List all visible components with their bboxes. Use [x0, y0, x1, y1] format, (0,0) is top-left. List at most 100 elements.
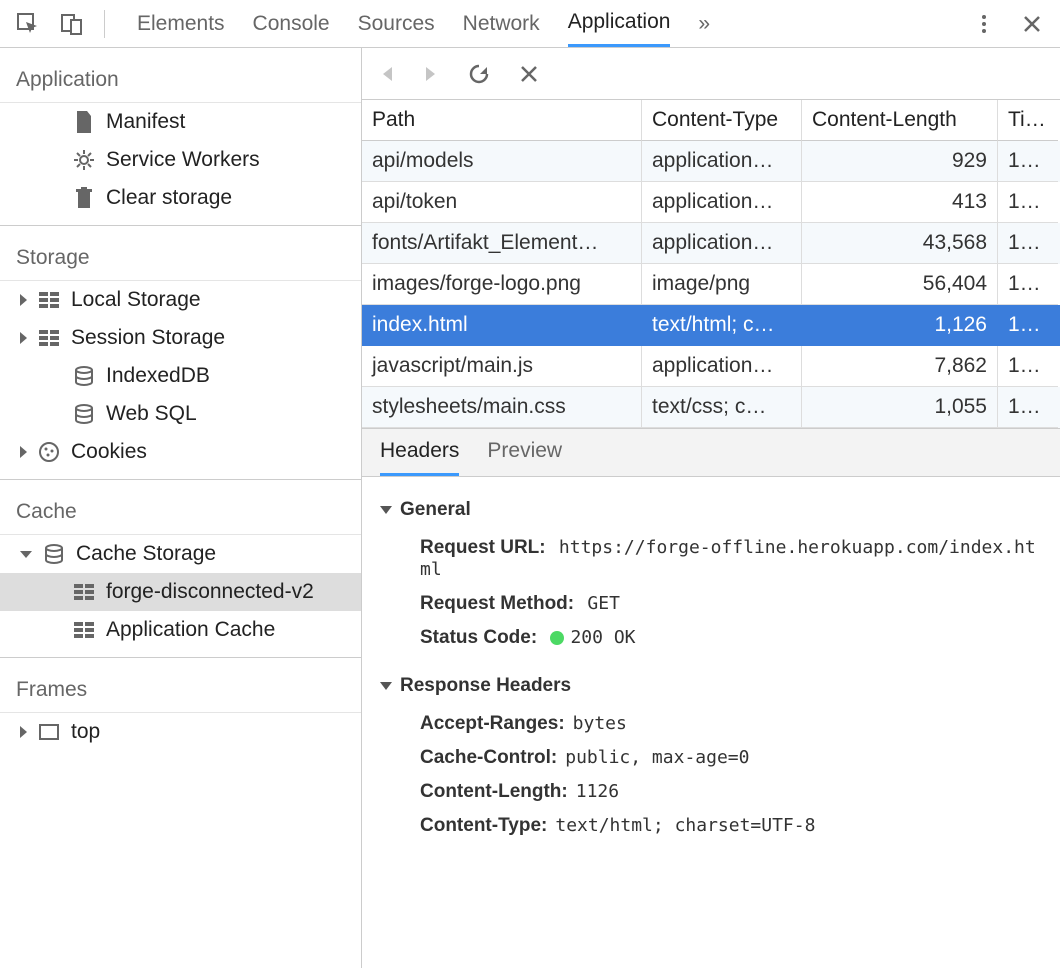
sidebar-item-cookies[interactable]: Cookies: [0, 433, 361, 471]
detail-tab-headers[interactable]: Headers: [380, 439, 459, 476]
expand-arrow-icon[interactable]: [20, 551, 32, 558]
sidebar-item-label: Application Cache: [106, 618, 275, 642]
sidebar-item-label: forge-disconnected-v2: [106, 580, 314, 604]
tab-application[interactable]: Application: [568, 0, 671, 47]
refresh-icon[interactable]: [468, 63, 490, 85]
cell-path: index.html: [362, 305, 642, 346]
request-url: Request URL: https://forge-offline.herok…: [380, 531, 1042, 587]
sidebar-item-label: IndexedDB: [106, 364, 210, 388]
inspect-icon[interactable]: [8, 4, 48, 44]
cell-length: 43,568: [802, 223, 998, 264]
table-row[interactable]: api/tokenapplication…4131…: [362, 182, 1060, 223]
cell-type: text/css; c…: [642, 387, 802, 428]
grid-icon: [72, 584, 96, 600]
cell-path: api/models: [362, 141, 642, 182]
cell-type: application…: [642, 182, 802, 223]
sidebar-item-label: Manifest: [106, 110, 185, 134]
sidebar-item-manifest[interactable]: Manifest: [0, 103, 361, 141]
sidebar-section-cache: Cache: [0, 480, 361, 535]
cell-time: 1…: [998, 264, 1058, 305]
cell-type: application…: [642, 346, 802, 387]
expand-arrow-icon[interactable]: [20, 332, 27, 344]
tab-sources[interactable]: Sources: [358, 0, 435, 47]
table-row[interactable]: javascript/main.jsapplication…7,8621…: [362, 346, 1060, 387]
sidebar-item-label: Web SQL: [106, 402, 197, 426]
kebab-icon[interactable]: [964, 4, 1004, 44]
cell-time: 1…: [998, 223, 1058, 264]
devtools-tabbar: Elements Console Sources Network Applica…: [0, 0, 1060, 48]
detail-tab-preview[interactable]: Preview: [487, 439, 562, 476]
next-icon[interactable]: [424, 65, 438, 83]
tab-elements[interactable]: Elements: [137, 0, 225, 47]
tab-more[interactable]: »: [698, 0, 710, 47]
cell-time: 1…: [998, 305, 1058, 346]
sidebar-item-label: Cookies: [71, 440, 147, 464]
sidebar-item-label: Cache Storage: [76, 542, 216, 566]
sidebar-item-cache-storage[interactable]: Cache Storage: [0, 535, 361, 573]
cell-path: api/token: [362, 182, 642, 223]
col-time[interactable]: Ti…: [998, 100, 1058, 141]
status-code: Status Code: 200 OK: [380, 621, 1042, 655]
cell-length: 929: [802, 141, 998, 182]
response-headers-section[interactable]: Response Headers: [380, 675, 1042, 697]
close-icon[interactable]: [1012, 4, 1052, 44]
sidebar-item-label: Clear storage: [106, 186, 232, 210]
grid-icon: [37, 330, 61, 346]
expand-arrow-icon[interactable]: [20, 446, 27, 458]
cell-time: 1…: [998, 141, 1058, 182]
sidebar-item-application-cache[interactable]: Application Cache: [0, 611, 361, 649]
sidebar-section-frames: Frames: [0, 658, 361, 713]
sidebar-item-websql[interactable]: Web SQL: [0, 395, 361, 433]
tab-network[interactable]: Network: [463, 0, 540, 47]
grid-icon: [37, 292, 61, 308]
sidebar-item-label: Session Storage: [71, 326, 225, 350]
tab-console[interactable]: Console: [253, 0, 330, 47]
cell-time: 1…: [998, 346, 1058, 387]
table-row[interactable]: images/forge-logo.pngimage/png56,4041…: [362, 264, 1060, 305]
table-row[interactable]: api/modelsapplication…9291…: [362, 141, 1060, 182]
expand-arrow-icon[interactable]: [20, 294, 27, 306]
sidebar-item-service-workers[interactable]: Service Workers: [0, 141, 361, 179]
col-path[interactable]: Path: [362, 100, 642, 141]
sidebar-item-indexeddb[interactable]: IndexedDB: [0, 357, 361, 395]
chevron-down-icon: [380, 682, 392, 690]
sidebar-item-session-storage[interactable]: Session Storage: [0, 319, 361, 357]
grid-icon: [72, 622, 96, 638]
sidebar-section-storage: Storage: [0, 226, 361, 281]
cell-type: text/html; c…: [642, 305, 802, 346]
database-icon: [72, 404, 96, 424]
cell-length: 56,404: [802, 264, 998, 305]
sidebar-item-local-storage[interactable]: Local Storage: [0, 281, 361, 319]
cookie-icon: [37, 442, 61, 462]
sidebar-item-forge-disconnected[interactable]: forge-disconnected-v2: [0, 573, 361, 611]
cell-length: 413: [802, 182, 998, 223]
prev-icon[interactable]: [380, 65, 394, 83]
sidebar-section-application: Application: [0, 48, 361, 103]
device-toolbar-icon[interactable]: [52, 4, 92, 44]
expand-arrow-icon[interactable]: [20, 726, 27, 738]
cell-type: application…: [642, 141, 802, 182]
table-row[interactable]: index.htmltext/html; c…1,1261…: [362, 305, 1060, 346]
status-dot-icon: [550, 631, 564, 645]
sidebar-item-top[interactable]: top: [0, 713, 361, 751]
table-row[interactable]: stylesheets/main.csstext/css; c…1,0551…: [362, 387, 1060, 428]
cache-entries-table: Path Content-Type Content-Length Ti… api…: [362, 100, 1060, 429]
sidebar-item-label: top: [71, 720, 100, 744]
response-header: Content-Length:1126: [380, 775, 1042, 809]
general-section[interactable]: General: [380, 499, 1042, 521]
cell-path: images/forge-logo.png: [362, 264, 642, 305]
cell-type: application…: [642, 223, 802, 264]
sidebar-item-clear-storage[interactable]: Clear storage: [0, 179, 361, 217]
cell-time: 1…: [998, 387, 1058, 428]
col-content-type[interactable]: Content-Type: [642, 100, 802, 141]
cell-path: javascript/main.js: [362, 346, 642, 387]
response-header: Content-Type:text/html; charset=UTF-8: [380, 809, 1042, 843]
headers-panel: General Request URL: https://forge-offli…: [362, 477, 1060, 968]
delete-icon[interactable]: [520, 65, 538, 83]
col-content-length[interactable]: Content-Length: [802, 100, 998, 141]
file-icon: [72, 111, 96, 133]
table-row[interactable]: fonts/Artifakt_Element…application…43,56…: [362, 223, 1060, 264]
response-header: Cache-Control:public, max-age=0: [380, 741, 1042, 775]
detail-tabs: Headers Preview: [362, 429, 1060, 477]
response-header: Accept-Ranges:bytes: [380, 707, 1042, 741]
